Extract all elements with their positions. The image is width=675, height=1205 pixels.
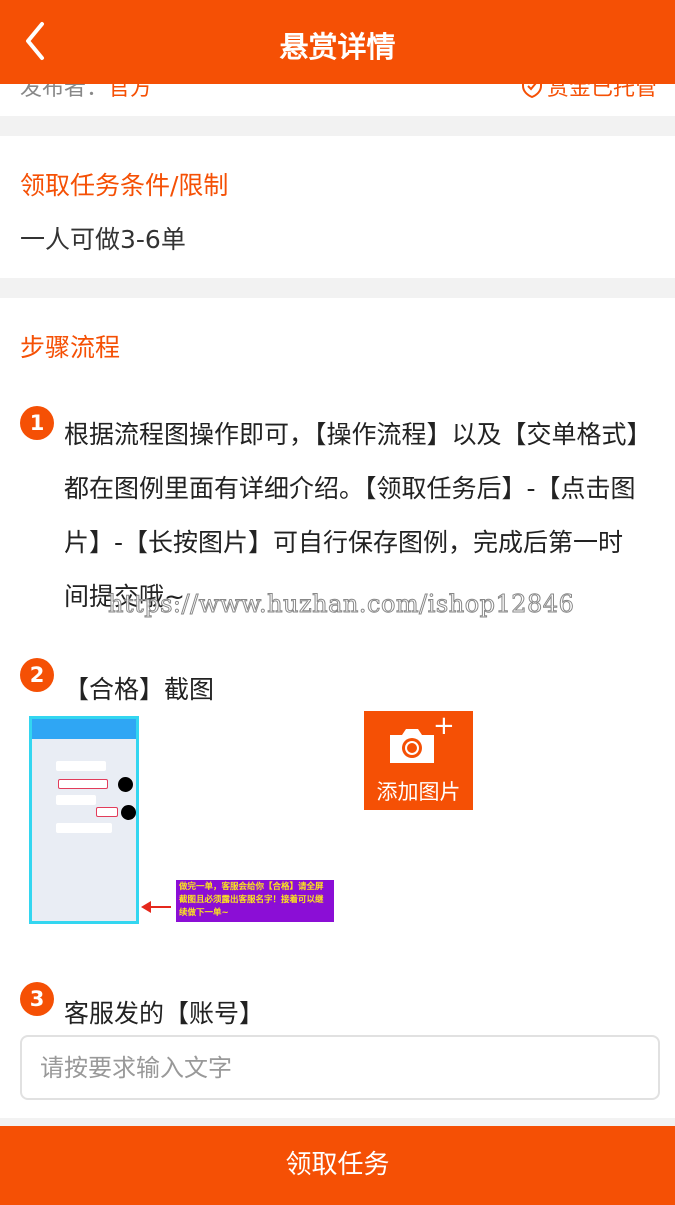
phone-screenshot-image (29, 716, 139, 924)
camera-icon (390, 729, 434, 763)
steps-title: 步骤流程 (20, 333, 121, 362)
page: 发布者：官方 赏金已托管 悬赏详情 领取任务条件/限制 一人可做3-6单 步骤流… (0, 0, 675, 1205)
plus-icon: + (433, 711, 455, 741)
account-input[interactable] (20, 1035, 660, 1100)
step-text: 【合格】截图 (64, 675, 215, 704)
example-screenshot[interactable]: 做完一单，客服会给你【合格】请全屏截图且必须露出客服名字！接着可以继续做下一单~ (29, 716, 335, 924)
claim-task-button[interactable]: 领取任务 (0, 1126, 675, 1205)
conditions-text: 一人可做3-6单 (20, 225, 186, 254)
watermark: https://www.huzhan.com/ishop12846 (107, 590, 575, 619)
step-number: 2 (20, 658, 54, 692)
conditions-title: 领取任务条件/限制 (20, 171, 229, 200)
step-number: 3 (20, 982, 54, 1016)
conditions-card: 领取任务条件/限制 一人可做3-6单 (0, 136, 675, 278)
steps-card: 步骤流程 1 根据流程图操作即可，【操作流程】以及【交单格式】都在图例里面有详细… (0, 298, 675, 1118)
step-text: 客服发的【账号】 (64, 999, 265, 1028)
add-image-button[interactable]: + 添加图片 (364, 711, 473, 810)
header: 悬赏详情 (0, 0, 675, 84)
example-note: 做完一单，客服会给你【合格】请全屏截图且必须露出客服名字！接着可以继续做下一单~ (176, 880, 334, 922)
page-title: 悬赏详情 (279, 30, 396, 64)
step-number: 1 (20, 406, 54, 440)
add-image-label: 添加图片 (376, 780, 461, 804)
